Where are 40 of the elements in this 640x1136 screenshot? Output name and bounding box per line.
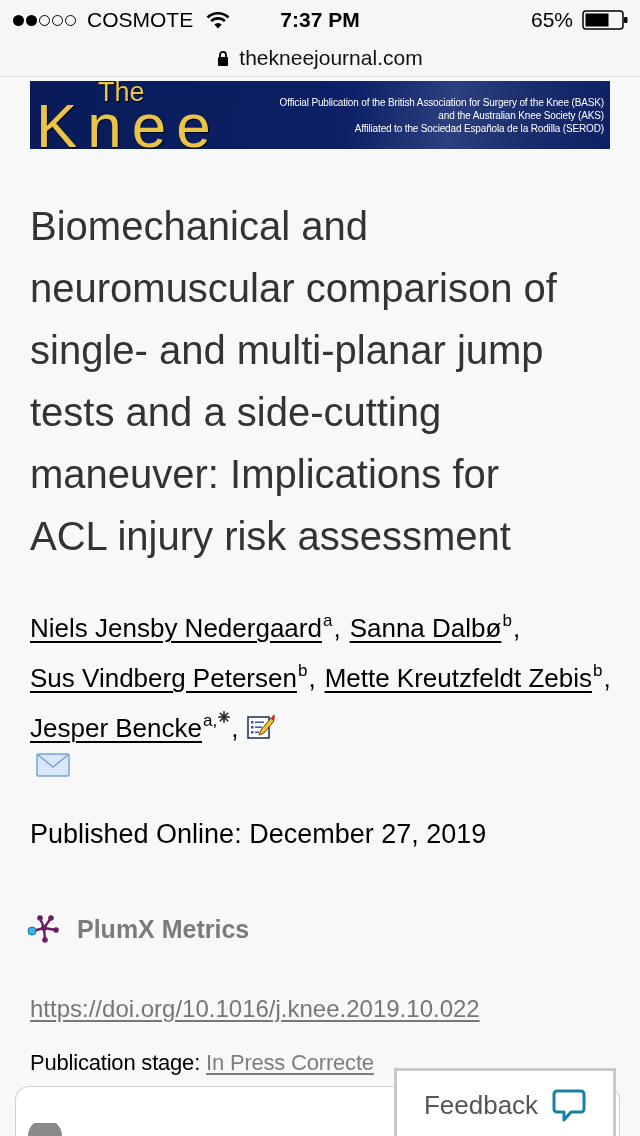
affiliation-link[interactable]: a bbox=[322, 611, 333, 630]
comma-text: , bbox=[231, 713, 239, 743]
lock-icon bbox=[217, 50, 230, 66]
affiliation-link[interactable]: a, bbox=[203, 711, 218, 730]
speech-bubble-icon bbox=[552, 1088, 587, 1123]
clock-time: 7:37 PM bbox=[280, 8, 360, 32]
wifi-icon bbox=[206, 11, 231, 29]
affiliation-link[interactable]: b bbox=[502, 611, 512, 630]
battery-icon bbox=[582, 10, 628, 30]
comma-text: , bbox=[308, 663, 316, 693]
affiliation-link[interactable]: b bbox=[297, 661, 308, 680]
signal-strength-icon bbox=[12, 13, 78, 27]
comma-text: , bbox=[603, 663, 611, 693]
form-pencil-icon[interactable] bbox=[247, 713, 276, 739]
author-name-link[interactable]: Sanna Dalbø bbox=[349, 613, 502, 643]
article-title: Biomechanical and neuromuscular comparison of single- and multi-planar jump tests and a side-cutting maneuver: Implications for ACL injury risk assessment bbox=[30, 203, 558, 560]
author-name-link[interactable]: Niels Jensby Nedergaard bbox=[30, 613, 322, 643]
battery-percentage: 65% bbox=[530, 8, 573, 32]
comma-text: , bbox=[512, 613, 521, 643]
carrier-name: COSMOTE bbox=[87, 8, 194, 32]
publication-date: Published Online: December 27, 2019 bbox=[30, 818, 488, 851]
stage-label: Publication stage: bbox=[30, 1049, 201, 1077]
logo-text: Knee bbox=[36, 103, 221, 149]
author-name-link[interactable]: Sus Vindberg Petersen bbox=[30, 663, 297, 693]
banner-text-line: Official Publication of the British Association for Surgery of the Knee (BASK) bbox=[279, 95, 604, 109]
feedback-button[interactable]: Feedback bbox=[394, 1068, 616, 1136]
stage-link[interactable]: In Press Correcte bbox=[206, 1048, 374, 1078]
avatar-icon bbox=[28, 1123, 62, 1136]
logo-small-text: The bbox=[98, 81, 145, 103]
url-text[interactable]: thekneejournal.com bbox=[239, 46, 423, 70]
author-name-link[interactable]: Mette Kreutzfeldt Zebis bbox=[324, 663, 592, 693]
comma-text: , bbox=[333, 613, 341, 643]
author-name-link[interactable]: Jesper Bencke bbox=[30, 713, 202, 743]
asterisk-icon[interactable] bbox=[218, 711, 231, 723]
metrics-link[interactable]: PlumX Metrics bbox=[77, 914, 250, 944]
doi-link[interactable]: https://doi.org/10.1016/j.knee.2019.10.022 bbox=[30, 994, 480, 1024]
node-network-icon[interactable] bbox=[27, 914, 61, 944]
banner-text-line: and the Australian Knee Society (AKS) bbox=[438, 108, 604, 122]
affiliation-link[interactable]: b bbox=[592, 661, 603, 680]
banner-text-line: Affiliated to the Sociedad Española de la Rodilla (SEROD) bbox=[354, 121, 604, 135]
